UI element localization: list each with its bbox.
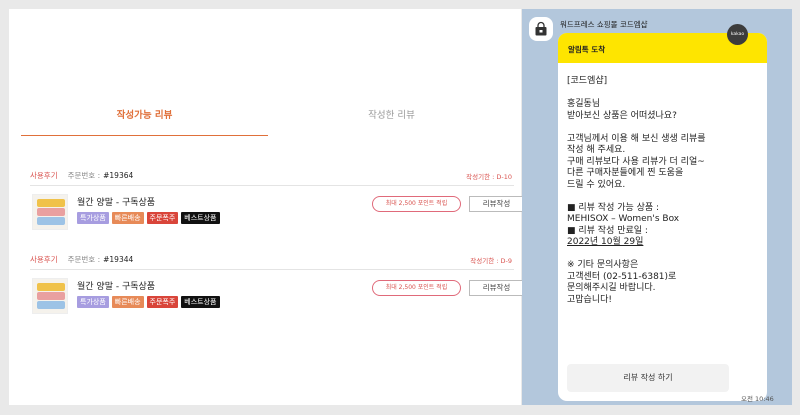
- review-list-panel: 작성가능 리뷰 작성한 리뷰 사용후기 주문번호 : #19364 작성기한 :…: [9, 9, 524, 405]
- product-name[interactable]: 월간 양말 - 구독상품: [77, 195, 155, 208]
- product-badges: 특가상품 빠른배송 주문폭주 베스트상품: [77, 212, 220, 224]
- write-review-button[interactable]: 리뷰작성: [469, 196, 524, 212]
- alimtalk-message: 알림톡 도착 [코드엠샵] 홍길동님 받아보신 상품은 어떠셨나요? 고객님께서…: [558, 33, 767, 401]
- message-line: 다른 구매자분들에게 찐 도움을: [567, 168, 684, 178]
- badge-hot: 주문폭주: [146, 212, 179, 224]
- message-line: ■ 리뷰 작성 만료일 :: [567, 225, 648, 236]
- message-line: 드릴 수 있어요.: [567, 179, 626, 190]
- order-header: 사용후기 주문번호 : #19364 작성기한 : D-10: [30, 166, 514, 186]
- badge-best: 베스트상품: [181, 296, 220, 308]
- order-header: 사용후기 주문번호 : #19344 작성기한 : D-9: [30, 250, 514, 270]
- product-thumbnail[interactable]: [32, 278, 68, 314]
- badge-best: 베스트상품: [181, 212, 220, 224]
- shopping-bag-icon: [535, 21, 547, 36]
- message-line: MEHISOX – Women's Box: [567, 214, 680, 224]
- badge-fast-delivery: 빠른배송: [111, 212, 144, 224]
- tab-written-reviews[interactable]: 작성한 리뷰: [268, 106, 515, 136]
- write-review-button[interactable]: 리뷰작성: [469, 280, 524, 296]
- sender-avatar[interactable]: [529, 17, 553, 41]
- order-item: 사용후기 주문번호 : #19364 작성기한 : D-10 월간 양말 - 구…: [30, 166, 524, 234]
- product-badges: 특가상품 빠른배송 주문폭주 베스트상품: [77, 296, 220, 308]
- message-line: 고객센터 (02-511-6381)로: [567, 271, 677, 282]
- badge-special: 특가상품: [77, 296, 109, 308]
- message-line: 받아보신 상품은 어떠셨나요?: [567, 110, 677, 121]
- message-line: 작성 해 주세요.: [567, 145, 626, 155]
- order-number: #19364: [103, 171, 134, 180]
- product-thumbnail[interactable]: [32, 194, 68, 230]
- review-tabs: 작성가능 리뷰 작성한 리뷰: [21, 106, 515, 136]
- order-number-label: 주문번호 :: [67, 171, 101, 180]
- badge-hot: 주문폭주: [146, 296, 179, 308]
- message-line: ※ 기타 문의사항은: [567, 260, 639, 270]
- message-line: 구매 리뷰보다 사용 리뷰가 더 리얼~: [567, 156, 705, 167]
- review-deadline: 작성기한 : D-10: [466, 172, 512, 181]
- tab-writable-reviews[interactable]: 작성가능 리뷰: [21, 106, 268, 136]
- write-review-chat-button[interactable]: 리뷰 작성 하기: [567, 364, 729, 392]
- kakao-badge: kakao: [727, 24, 748, 45]
- message-body: [코드엠샵] 홍길동님 받아보신 상품은 어떠셨나요? 고객님께서 이용 해 보…: [567, 76, 706, 306]
- message-line: 문의해주시길 바랍니다.: [567, 283, 656, 293]
- order-number-label: 주문번호 :: [67, 255, 101, 264]
- message-line: 고맙습니다!: [567, 294, 613, 305]
- order-item: 사용후기 주문번호 : #19344 작성기한 : D-9 월간 양말 - 구독…: [30, 250, 524, 318]
- message-time: 오전 10:46: [741, 395, 774, 403]
- order-product-row: 월간 양말 - 구독상품 특가상품 빠른배송 주문폭주 베스트상품 최대 2,5…: [30, 186, 524, 234]
- message-line: [코드엠샵]: [567, 76, 608, 86]
- used-review-tag: 사용후기: [30, 255, 58, 264]
- badge-fast-delivery: 빠른배송: [111, 296, 144, 308]
- screenshot-frame: 작성가능 리뷰 작성한 리뷰 사용후기 주문번호 : #19364 작성기한 :…: [9, 9, 792, 405]
- sender-name: 워드프레스 쇼핑몰 코드엠샵: [560, 20, 648, 29]
- review-deadline: 작성기한 : D-9: [470, 256, 512, 265]
- kakao-chat-panel: 워드프레스 쇼핑몰 코드엠샵 알림톡 도착 [코드엠샵] 홍길동님 받아보신 상…: [522, 9, 792, 405]
- point-reward-button[interactable]: 최대 2,500 포인트 적립: [372, 196, 461, 212]
- product-name[interactable]: 월간 양말 - 구독상품: [77, 279, 155, 292]
- order-number: #19344: [103, 255, 134, 264]
- used-review-tag: 사용후기: [30, 171, 58, 180]
- message-line: 고객님께서 이용 해 보신 생생 리뷰를: [567, 133, 706, 144]
- message-line-expiry-date[interactable]: 2022년 10월 29일: [567, 237, 706, 249]
- message-line: ■ 리뷰 작성 가능 상품 :: [567, 202, 660, 213]
- point-reward-button[interactable]: 최대 2,500 포인트 적립: [372, 280, 461, 296]
- badge-special: 특가상품: [77, 212, 109, 224]
- message-line: 홍길동님: [567, 99, 601, 109]
- order-product-row: 월간 양말 - 구독상품 특가상품 빠른배송 주문폭주 베스트상품 최대 2,5…: [30, 270, 524, 318]
